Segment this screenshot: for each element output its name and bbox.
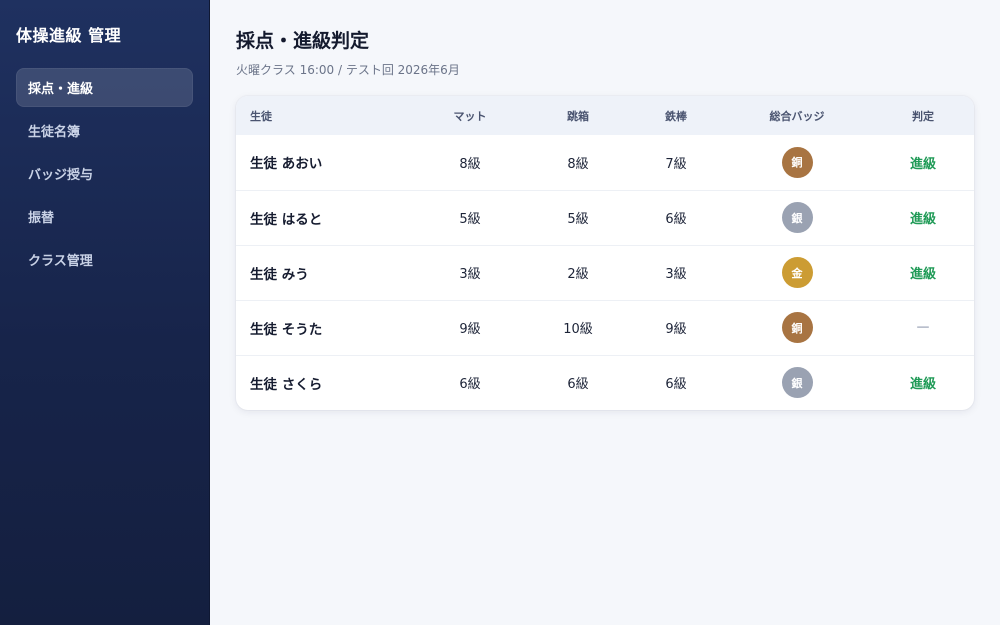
table-row[interactable]: 生徒 そうた 9級 10級 9級 銅 — (236, 300, 974, 355)
badge-cell: 金 (722, 245, 872, 300)
page-subtitle: 火曜クラス 16:00 / テスト回 2026年6月 (236, 63, 460, 77)
bar-grade: 6級 (665, 212, 687, 227)
sidebar-item-class-management[interactable]: クラス管理 (16, 240, 193, 279)
table-row[interactable]: 生徒 みう 3級 2級 3級 金 進級 (236, 245, 974, 300)
result-status: 進級 (909, 212, 936, 227)
result-status: 進級 (909, 377, 936, 393)
main-content: 採点・進級判定 火曜クラス 16:00 / テスト回 2026年6月 生徒 マッ… (210, 0, 1000, 625)
result-cell: — (872, 300, 974, 355)
column-header-vault[interactable]: 跳箱 (526, 96, 630, 135)
table-row[interactable]: 生徒 さくら 6級 6級 6級 銀 進級 (236, 355, 974, 410)
results-table: 生徒 マット 跳箱 鉄棒 総合バッジ 判定 生徒 あおい 8級 8級 7級 銅 (236, 96, 974, 410)
table-header-row: 生徒 マット 跳箱 鉄棒 総合バッジ 判定 (236, 96, 974, 135)
badge-cell: 銀 (722, 190, 872, 245)
mat-grade: 6級 (459, 377, 481, 393)
app-root: 体操進級 管理 採点・進級 生徒名簿 バッジ授与 振替 クラス管理 採点・進級判… (0, 0, 1000, 625)
result-status: 進級 (909, 156, 936, 172)
badge-cell: 銅 (722, 135, 872, 190)
medal-badge-icon: 金 (781, 257, 813, 288)
bar-grade: 9級 (665, 322, 687, 337)
bar-grade: 3級 (665, 267, 687, 282)
medal-badge-icon: 銅 (781, 146, 813, 178)
sidebar-item-transfer[interactable]: 振替 (16, 197, 193, 236)
vault-grade: 6級 (567, 377, 589, 393)
medal-badge-icon: 銀 (781, 367, 813, 399)
student-name[interactable]: 生徒 みう (236, 245, 414, 300)
column-header-student[interactable]: 生徒 (236, 96, 414, 135)
result-cell: 進級 (872, 355, 974, 410)
vault-grade: 2級 (567, 267, 589, 282)
column-header-bar[interactable]: 鉄棒 (630, 96, 722, 135)
table-body: 生徒 あおい 8級 8級 7級 銅 進級 生徒 はると 5級 5級 6級 銀 進… (236, 135, 974, 410)
medal-badge-icon: 銀 (781, 202, 813, 233)
result-status: — (916, 320, 930, 335)
vault-grade: 10級 (563, 322, 593, 337)
result-cell: 進級 (872, 135, 974, 190)
result-cell: 進級 (872, 245, 974, 300)
student-name[interactable]: 生徒 そうた (236, 300, 414, 355)
sidebar-item-scoring[interactable]: 採点・進級 (16, 68, 193, 107)
sidebar-item-roster[interactable]: 生徒名簿 (16, 111, 193, 150)
result-status: 進級 (909, 267, 936, 282)
medal-badge-icon: 銅 (781, 312, 813, 343)
student-name[interactable]: 生徒 あおい (236, 135, 414, 190)
vault-grade: 8級 (567, 156, 589, 172)
badge-cell: 銀 (722, 355, 872, 410)
student-name[interactable]: 生徒 さくら (236, 355, 414, 410)
column-header-result[interactable]: 判定 (872, 96, 974, 135)
app-title: 体操進級 管理 (16, 26, 122, 45)
badge-cell: 銅 (722, 300, 872, 355)
mat-grade: 3級 (459, 267, 481, 282)
sidebar-item-badges[interactable]: バッジ授与 (16, 154, 193, 193)
vault-grade: 5級 (567, 212, 589, 227)
student-name[interactable]: 生徒 はると (236, 190, 414, 245)
bar-grade: 6級 (665, 377, 687, 393)
page-title: 採点・進級判定 (236, 30, 370, 52)
mat-grade: 8級 (459, 156, 481, 172)
mat-grade: 5級 (459, 212, 481, 227)
column-header-mat[interactable]: マット (414, 96, 526, 135)
table-row[interactable]: 生徒 あおい 8級 8級 7級 銅 進級 (236, 135, 974, 190)
mat-grade: 9級 (459, 322, 481, 337)
sidebar-nav: 採点・進級 生徒名簿 バッジ授与 振替 クラス管理 (16, 68, 193, 279)
results-card: 生徒 マット 跳箱 鉄棒 総合バッジ 判定 生徒 あおい 8級 8級 7級 銅 (236, 96, 974, 410)
column-header-badge[interactable]: 総合バッジ (722, 96, 872, 135)
result-cell: 進級 (872, 190, 974, 245)
bar-grade: 7級 (665, 156, 687, 172)
sidebar: 体操進級 管理 採点・進級 生徒名簿 バッジ授与 振替 クラス管理 (0, 0, 210, 625)
table-row[interactable]: 生徒 はると 5級 5級 6級 銀 進級 (236, 190, 974, 245)
table-header: 生徒 マット 跳箱 鉄棒 総合バッジ 判定 (236, 96, 974, 135)
